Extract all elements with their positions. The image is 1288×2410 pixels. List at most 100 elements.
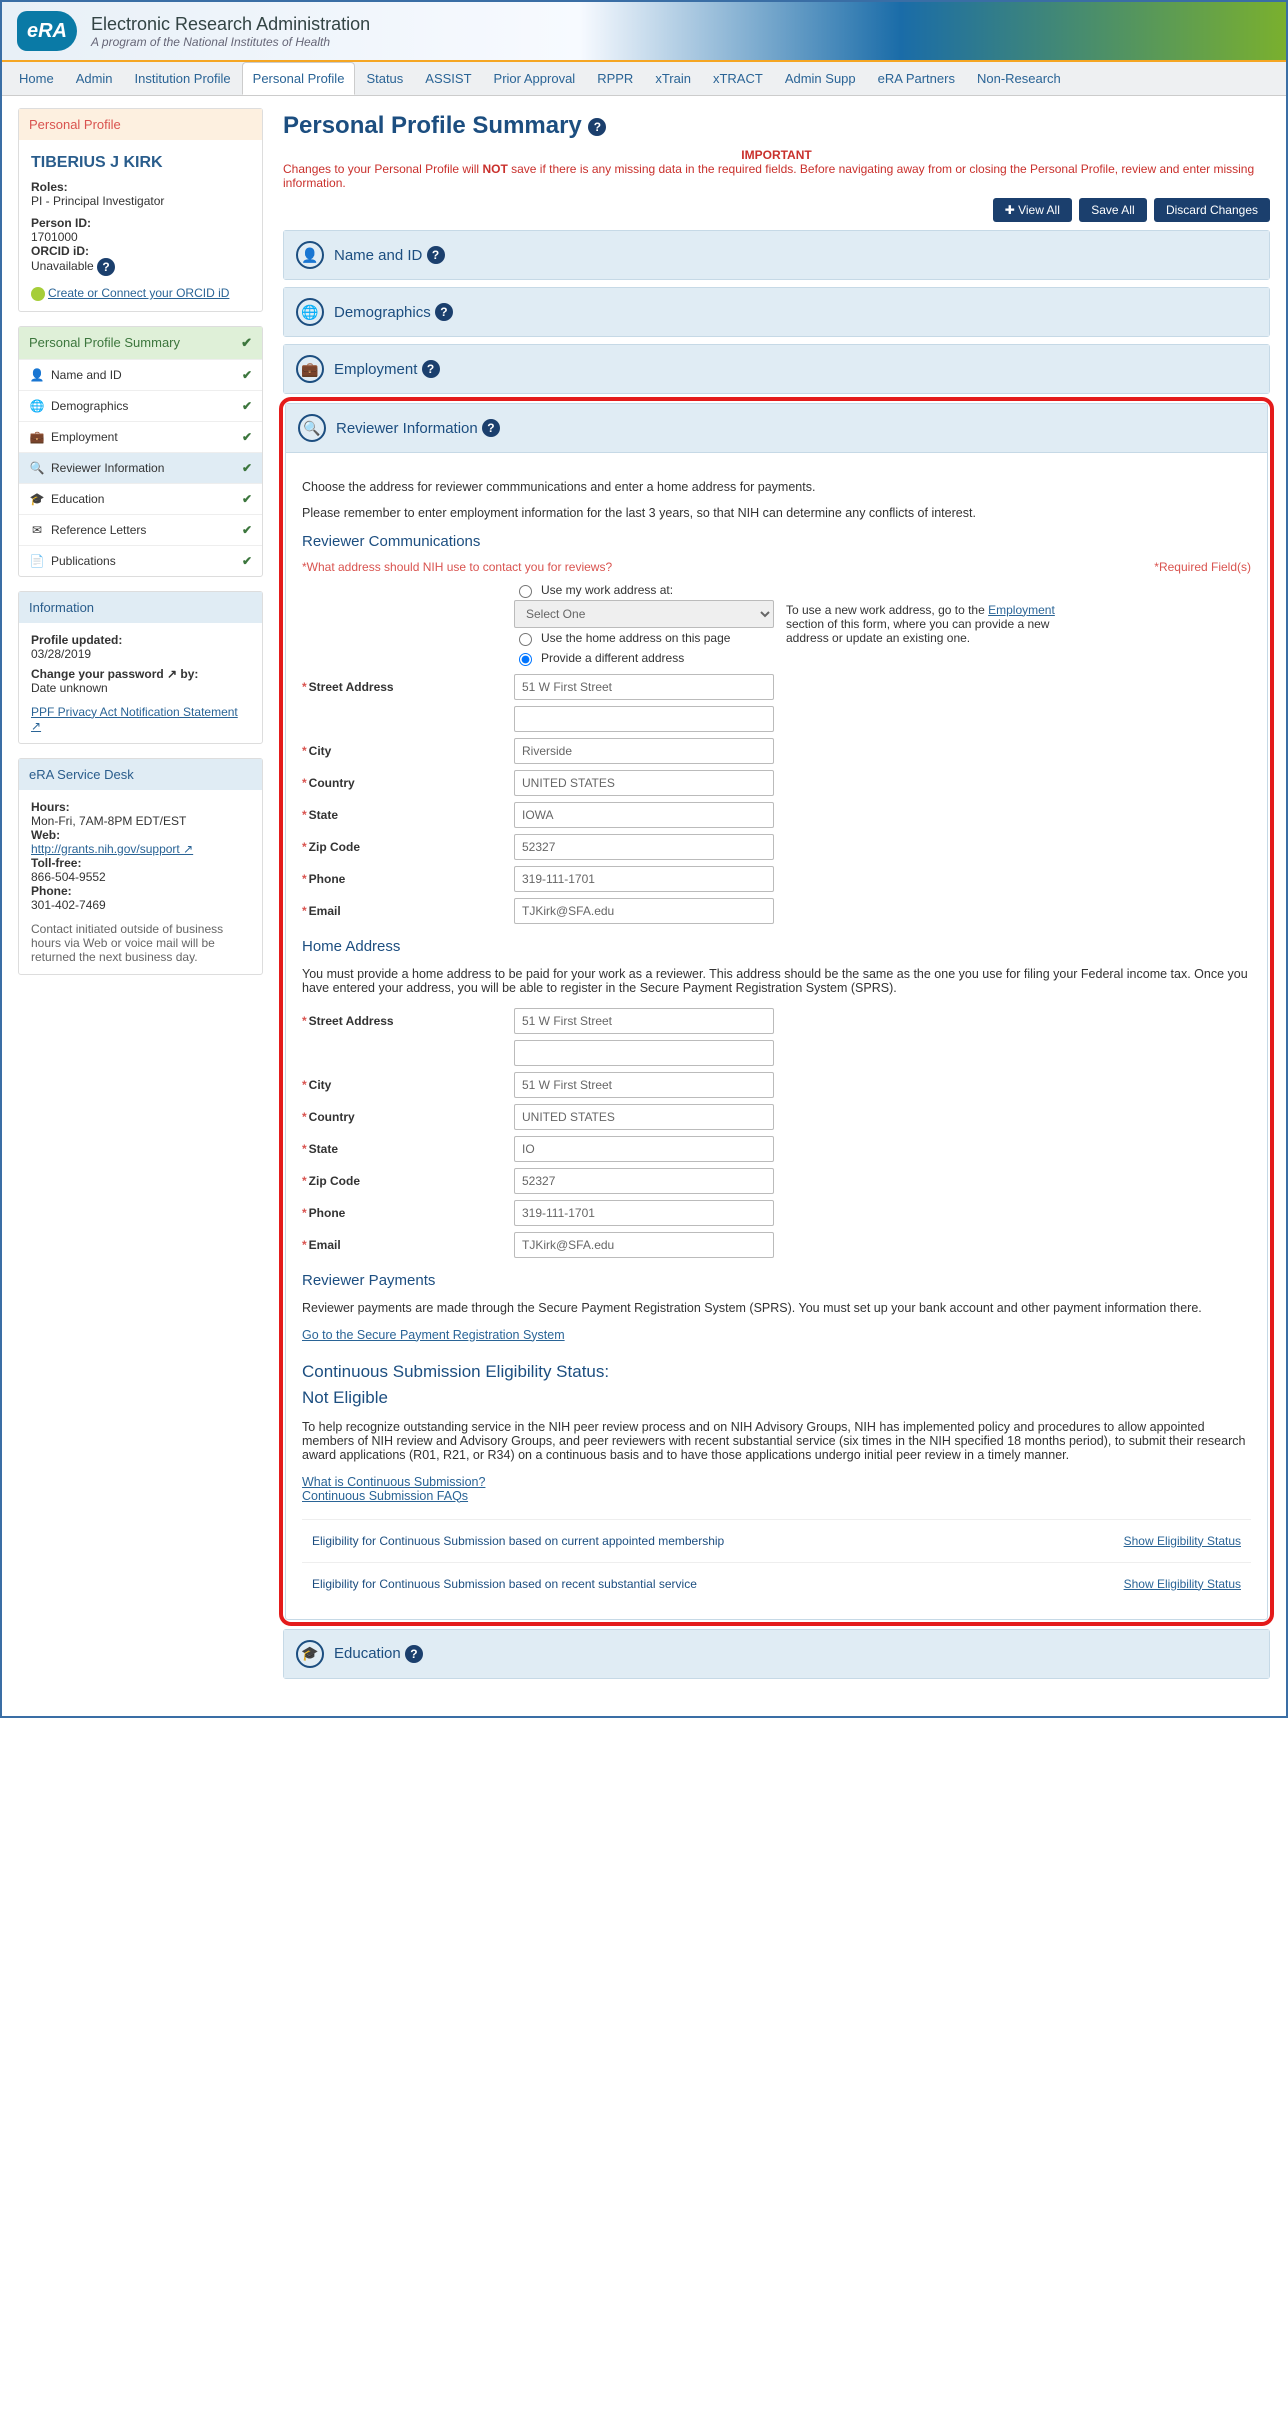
radio-home-address[interactable]: Use the home address on this page bbox=[514, 628, 774, 648]
comm-street2-input[interactable] bbox=[514, 706, 774, 732]
sprs-link[interactable]: Go to the Secure Payment Registration Sy… bbox=[302, 1328, 565, 1342]
help-icon[interactable]: ? bbox=[435, 303, 453, 321]
show-eligibility-link-1[interactable]: Show Eligibility Status bbox=[1124, 1534, 1241, 1548]
eligibility-row-service: Eligibility for Continuous Submission ba… bbox=[302, 1562, 1251, 1605]
home-phone-input[interactable] bbox=[514, 1200, 774, 1226]
comm-street-input[interactable] bbox=[514, 674, 774, 700]
check-icon: ✔ bbox=[242, 430, 252, 444]
comm-zip-input[interactable] bbox=[514, 834, 774, 860]
roles-value: PI - Principal Investigator bbox=[31, 194, 250, 208]
check-icon: ✔ bbox=[242, 399, 252, 413]
sidebar-item-reviewer[interactable]: 🔍Reviewer Information✔ bbox=[19, 452, 262, 483]
important-label: IMPORTANT bbox=[283, 148, 1270, 162]
view-all-button[interactable]: ✚ View All bbox=[993, 198, 1072, 222]
nav-non-research[interactable]: Non-Research bbox=[966, 62, 1072, 95]
nav-admin-supp[interactable]: Admin Supp bbox=[774, 62, 867, 95]
comm-city-input[interactable] bbox=[514, 738, 774, 764]
nav-prior-approval[interactable]: Prior Approval bbox=[483, 62, 587, 95]
banner: eRA Electronic Research Administration A… bbox=[2, 2, 1286, 62]
work-address-help: To use a new work address, go to the Emp… bbox=[786, 603, 1086, 645]
reviewer-payments-intro: Reviewer payments are made through the S… bbox=[302, 1301, 1251, 1315]
show-eligibility-link-2[interactable]: Show Eligibility Status bbox=[1124, 1577, 1241, 1591]
accordion-reviewer[interactable]: 🔍Reviewer Information ? bbox=[286, 404, 1267, 452]
help-icon[interactable]: ? bbox=[422, 360, 440, 378]
help-icon[interactable]: ? bbox=[427, 246, 445, 264]
help-icon[interactable]: ? bbox=[405, 1645, 423, 1663]
home-zip-input[interactable] bbox=[514, 1168, 774, 1194]
service-note: Contact initiated outside of business ho… bbox=[31, 922, 250, 964]
sidebar-item-employment[interactable]: 💼Employment✔ bbox=[19, 421, 262, 452]
accordion-name-id[interactable]: 👤Name and ID ? bbox=[284, 231, 1269, 279]
home-email-input[interactable] bbox=[514, 1232, 774, 1258]
home-street-input[interactable] bbox=[514, 1008, 774, 1034]
check-icon: ✔ bbox=[242, 461, 252, 475]
comm-country-input[interactable] bbox=[514, 770, 774, 796]
briefcase-icon: 💼 bbox=[296, 355, 324, 383]
tollfree-label: Toll-free: bbox=[31, 856, 81, 870]
profile-name: TIBERIUS J KIRK bbox=[31, 154, 250, 172]
envelope-icon: ✉ bbox=[29, 523, 45, 537]
banner-title: Electronic Research Administration bbox=[91, 14, 370, 35]
era-logo: eRA bbox=[17, 11, 77, 51]
tollfree-value: 866-504-9552 bbox=[31, 870, 250, 884]
profile-updated-value: 03/28/2019 bbox=[31, 647, 250, 661]
orcid-icon bbox=[31, 287, 45, 301]
change-password-label[interactable]: Change your password ↗ by: bbox=[31, 667, 198, 681]
accordion-employment[interactable]: 💼Employment ? bbox=[284, 345, 1269, 393]
change-password-value: Date unknown bbox=[31, 681, 250, 695]
nav-xtract[interactable]: xTRACT bbox=[702, 62, 774, 95]
nav-home[interactable]: Home bbox=[8, 62, 65, 95]
home-address-title: Home Address bbox=[302, 938, 1251, 955]
sidebar-item-publications[interactable]: 📄Publications✔ bbox=[19, 545, 262, 576]
help-icon[interactable]: ? bbox=[588, 118, 606, 136]
profile-updated-label: Profile updated: bbox=[31, 633, 122, 647]
nav-admin[interactable]: Admin bbox=[65, 62, 124, 95]
orcid-create-link[interactable]: Create or Connect your ORCID iD bbox=[48, 286, 229, 300]
cs-what-link[interactable]: What is Continuous Submission? bbox=[302, 1475, 485, 1489]
nav-rppr[interactable]: RPPR bbox=[586, 62, 644, 95]
discard-changes-button[interactable]: Discard Changes bbox=[1154, 198, 1270, 222]
support-link[interactable]: http://grants.nih.gov/support ↗ bbox=[31, 842, 193, 856]
comm-email-input[interactable] bbox=[514, 898, 774, 924]
privacy-link[interactable]: PPF Privacy Act Notification Statement ↗ bbox=[31, 705, 238, 733]
sidebar-item-demographics[interactable]: 🌐Demographics✔ bbox=[19, 390, 262, 421]
nav-personal-profile[interactable]: Personal Profile bbox=[242, 62, 356, 95]
home-state-input[interactable] bbox=[514, 1136, 774, 1162]
check-icon: ✔ bbox=[242, 554, 252, 568]
check-icon: ✔ bbox=[242, 368, 252, 382]
nav-institution-profile[interactable]: Institution Profile bbox=[124, 62, 242, 95]
search-icon: 🔍 bbox=[29, 461, 45, 475]
accordion-education[interactable]: 🎓Education ? bbox=[284, 1630, 1269, 1678]
home-country-input[interactable] bbox=[514, 1104, 774, 1130]
sidebar-item-reference-letters[interactable]: ✉Reference Letters✔ bbox=[19, 514, 262, 545]
radio-different-address[interactable]: Provide a different address bbox=[514, 648, 774, 668]
employment-link[interactable]: Employment bbox=[988, 603, 1055, 617]
reviewer-payments-title: Reviewer Payments bbox=[302, 1272, 1251, 1289]
home-city-input[interactable] bbox=[514, 1072, 774, 1098]
accordion-demographics[interactable]: 🌐Demographics ? bbox=[284, 288, 1269, 336]
orcid-value: Unavailable bbox=[31, 259, 94, 273]
save-all-button[interactable]: Save All bbox=[1079, 198, 1146, 222]
radio-work-address[interactable]: Use my work address at: bbox=[514, 580, 774, 600]
sections-nav-header[interactable]: Personal Profile Summary✔ bbox=[19, 327, 262, 359]
nav-xtrain[interactable]: xTrain bbox=[644, 62, 702, 95]
cs-faq-link[interactable]: Continuous Submission FAQs bbox=[302, 1489, 468, 1503]
phone-value: 301-402-7469 bbox=[31, 898, 250, 912]
nav-status[interactable]: Status bbox=[355, 62, 414, 95]
work-address-select[interactable]: Select One bbox=[514, 600, 774, 628]
nav-era-partners[interactable]: eRA Partners bbox=[867, 62, 966, 95]
banner-subtitle: A program of the National Institutes of … bbox=[91, 35, 370, 49]
home-street2-input[interactable] bbox=[514, 1040, 774, 1066]
page-title: Personal Profile Summary ? bbox=[283, 112, 1270, 140]
comm-state-input[interactable] bbox=[514, 802, 774, 828]
sidebar-item-name-id[interactable]: 👤Name and ID✔ bbox=[19, 359, 262, 390]
orcid-label: ORCID iD: bbox=[31, 244, 89, 258]
nav-assist[interactable]: ASSIST bbox=[414, 62, 482, 95]
help-icon[interactable]: ? bbox=[482, 419, 500, 437]
help-icon[interactable]: ? bbox=[97, 258, 115, 276]
sidebar-item-education[interactable]: 🎓Education✔ bbox=[19, 483, 262, 514]
comm-phone-input[interactable] bbox=[514, 866, 774, 892]
eligibility-row-membership: Eligibility for Continuous Submission ba… bbox=[302, 1519, 1251, 1562]
person-icon: 👤 bbox=[29, 368, 45, 382]
person-icon: 👤 bbox=[296, 241, 324, 269]
